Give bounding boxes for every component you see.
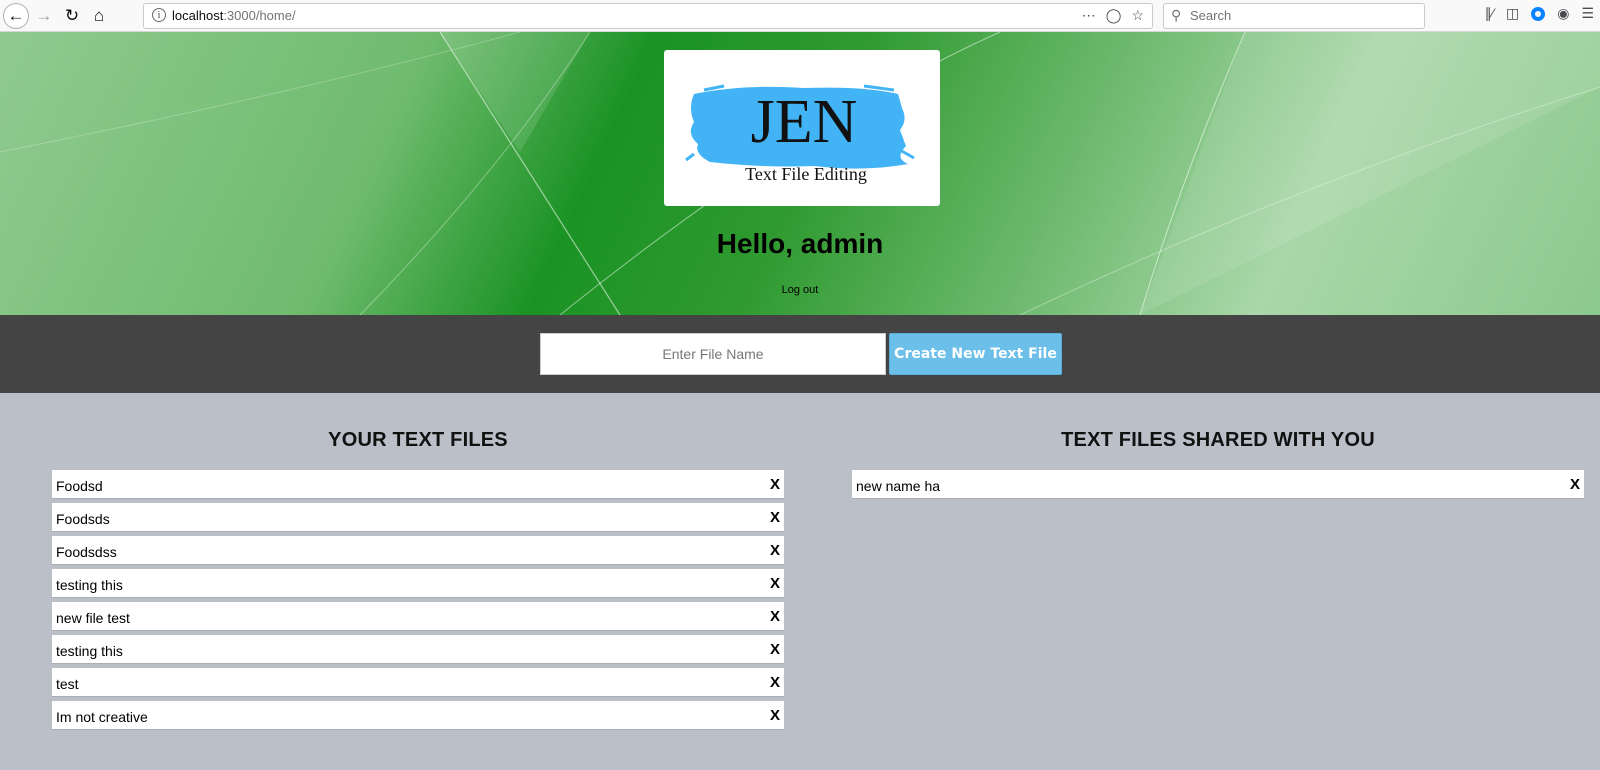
file-item[interactable]: Im not creative X — [52, 701, 784, 730]
url-path: :3000/home/ — [223, 8, 296, 23]
file-name[interactable]: Foodsdss — [56, 544, 117, 560]
address-bar[interactable]: i localhost:3000/home/ ⋯ ◯ ☆ — [143, 3, 1153, 29]
file-name[interactable]: Foodsd — [56, 478, 103, 494]
file-name[interactable]: new name ha — [856, 478, 940, 494]
delete-file-button[interactable]: X — [770, 542, 780, 559]
file-name[interactable]: Foodsds — [56, 511, 110, 527]
logo-subtitle: Text File Editing — [745, 164, 867, 184]
your-files-heading: YOUR TEXT FILES — [328, 429, 508, 451]
url-actions: ⋯ ◯ ☆ — [1082, 7, 1144, 24]
reload-icon: ↻ — [64, 6, 80, 25]
delete-file-button[interactable]: X — [770, 674, 780, 691]
create-file-bar: Create New Text File — [0, 315, 1600, 393]
file-item[interactable]: test X — [52, 668, 784, 697]
more-actions-icon[interactable]: ⋯ — [1082, 7, 1096, 24]
info-icon[interactable]: i — [152, 8, 166, 22]
home-button[interactable]: ⌂ — [86, 3, 112, 29]
file-name[interactable]: Im not creative — [56, 709, 148, 725]
file-name[interactable]: new file test — [56, 610, 130, 626]
pocket-icon[interactable]: ◯ — [1106, 7, 1122, 24]
shared-files-list: new name ha X — [852, 470, 1584, 499]
sidebar-icon[interactable]: ◫ — [1506, 5, 1519, 22]
logo-title: JEN — [751, 88, 858, 156]
delete-file-button[interactable]: X — [770, 608, 780, 625]
jen-logo: JEN Text File Editing — [685, 84, 915, 184]
file-name-input[interactable] — [540, 333, 886, 375]
delete-file-button[interactable]: X — [770, 476, 780, 493]
logo-card: JEN Text File Editing — [664, 50, 940, 206]
url-text[interactable]: localhost:3000/home/ — [172, 8, 296, 23]
file-item[interactable]: Foodsd X — [52, 470, 784, 499]
delete-file-button[interactable]: X — [770, 509, 780, 526]
delete-file-button[interactable]: X — [770, 641, 780, 658]
bookmark-star-icon[interactable]: ☆ — [1131, 7, 1144, 24]
arrow-left-icon: ← — [7, 6, 25, 25]
delete-file-button[interactable]: X — [770, 575, 780, 592]
file-name[interactable]: testing this — [56, 643, 123, 659]
your-files-list: Foodsd X Foodsds X Foodsdss X testing this X… — [52, 470, 784, 730]
file-item[interactable]: testing this X — [52, 635, 784, 664]
arrow-right-icon: → — [35, 6, 53, 25]
greeting-heading: Hello, admin — [716, 228, 884, 259]
logout-link[interactable]: Log out — [782, 284, 819, 296]
hero-banner: JEN Text File Editing Hello, admin Log o… — [0, 32, 1600, 315]
back-button[interactable]: ← — [3, 3, 29, 29]
toolbar-icons: ∥⁄ ◫ ◉ ☰ — [1485, 5, 1594, 22]
file-item[interactable]: testing this X — [52, 569, 784, 598]
search-icon: ⚲ — [1171, 7, 1182, 23]
file-item[interactable]: new file test X — [52, 602, 784, 631]
shared-files-section: TEXT FILES SHARED WITH YOU new name ha X — [852, 393, 1584, 503]
create-file-button[interactable]: Create New Text File — [889, 333, 1062, 375]
delete-file-button[interactable]: X — [1570, 476, 1580, 493]
search-bar[interactable]: ⚲ — [1163, 3, 1425, 29]
home-icon: ⌂ — [93, 6, 105, 25]
file-item[interactable]: Foodsds X — [52, 503, 784, 532]
shared-files-heading: TEXT FILES SHARED WITH YOU — [1061, 429, 1375, 451]
forward-button[interactable]: → — [31, 3, 57, 29]
library-icon[interactable]: ∥⁄ — [1485, 5, 1494, 22]
menu-icon[interactable]: ☰ — [1581, 5, 1594, 22]
file-item[interactable]: Foodsdss X — [52, 536, 784, 565]
file-name[interactable]: testing this — [56, 577, 123, 593]
account-icon[interactable] — [1531, 6, 1546, 21]
extension-icon[interactable]: ◉ — [1557, 5, 1569, 22]
url-host: localhost — [172, 8, 224, 23]
your-files-section: YOUR TEXT FILES Foodsd X Foodsds X Foodsds… — [52, 393, 784, 734]
shared-file-item[interactable]: new name ha X — [852, 470, 1584, 499]
browser-toolbar: ← → ↻ ⌂ i localhost:3000/home/ ⋯ ◯ ☆ ⚲ ∥… — [0, 0, 1600, 32]
search-input[interactable] — [1190, 8, 1410, 23]
delete-file-button[interactable]: X — [770, 707, 780, 724]
file-name[interactable]: test — [56, 676, 79, 692]
reload-button[interactable]: ↻ — [59, 3, 85, 29]
logout-row: Log out — [0, 284, 1600, 296]
